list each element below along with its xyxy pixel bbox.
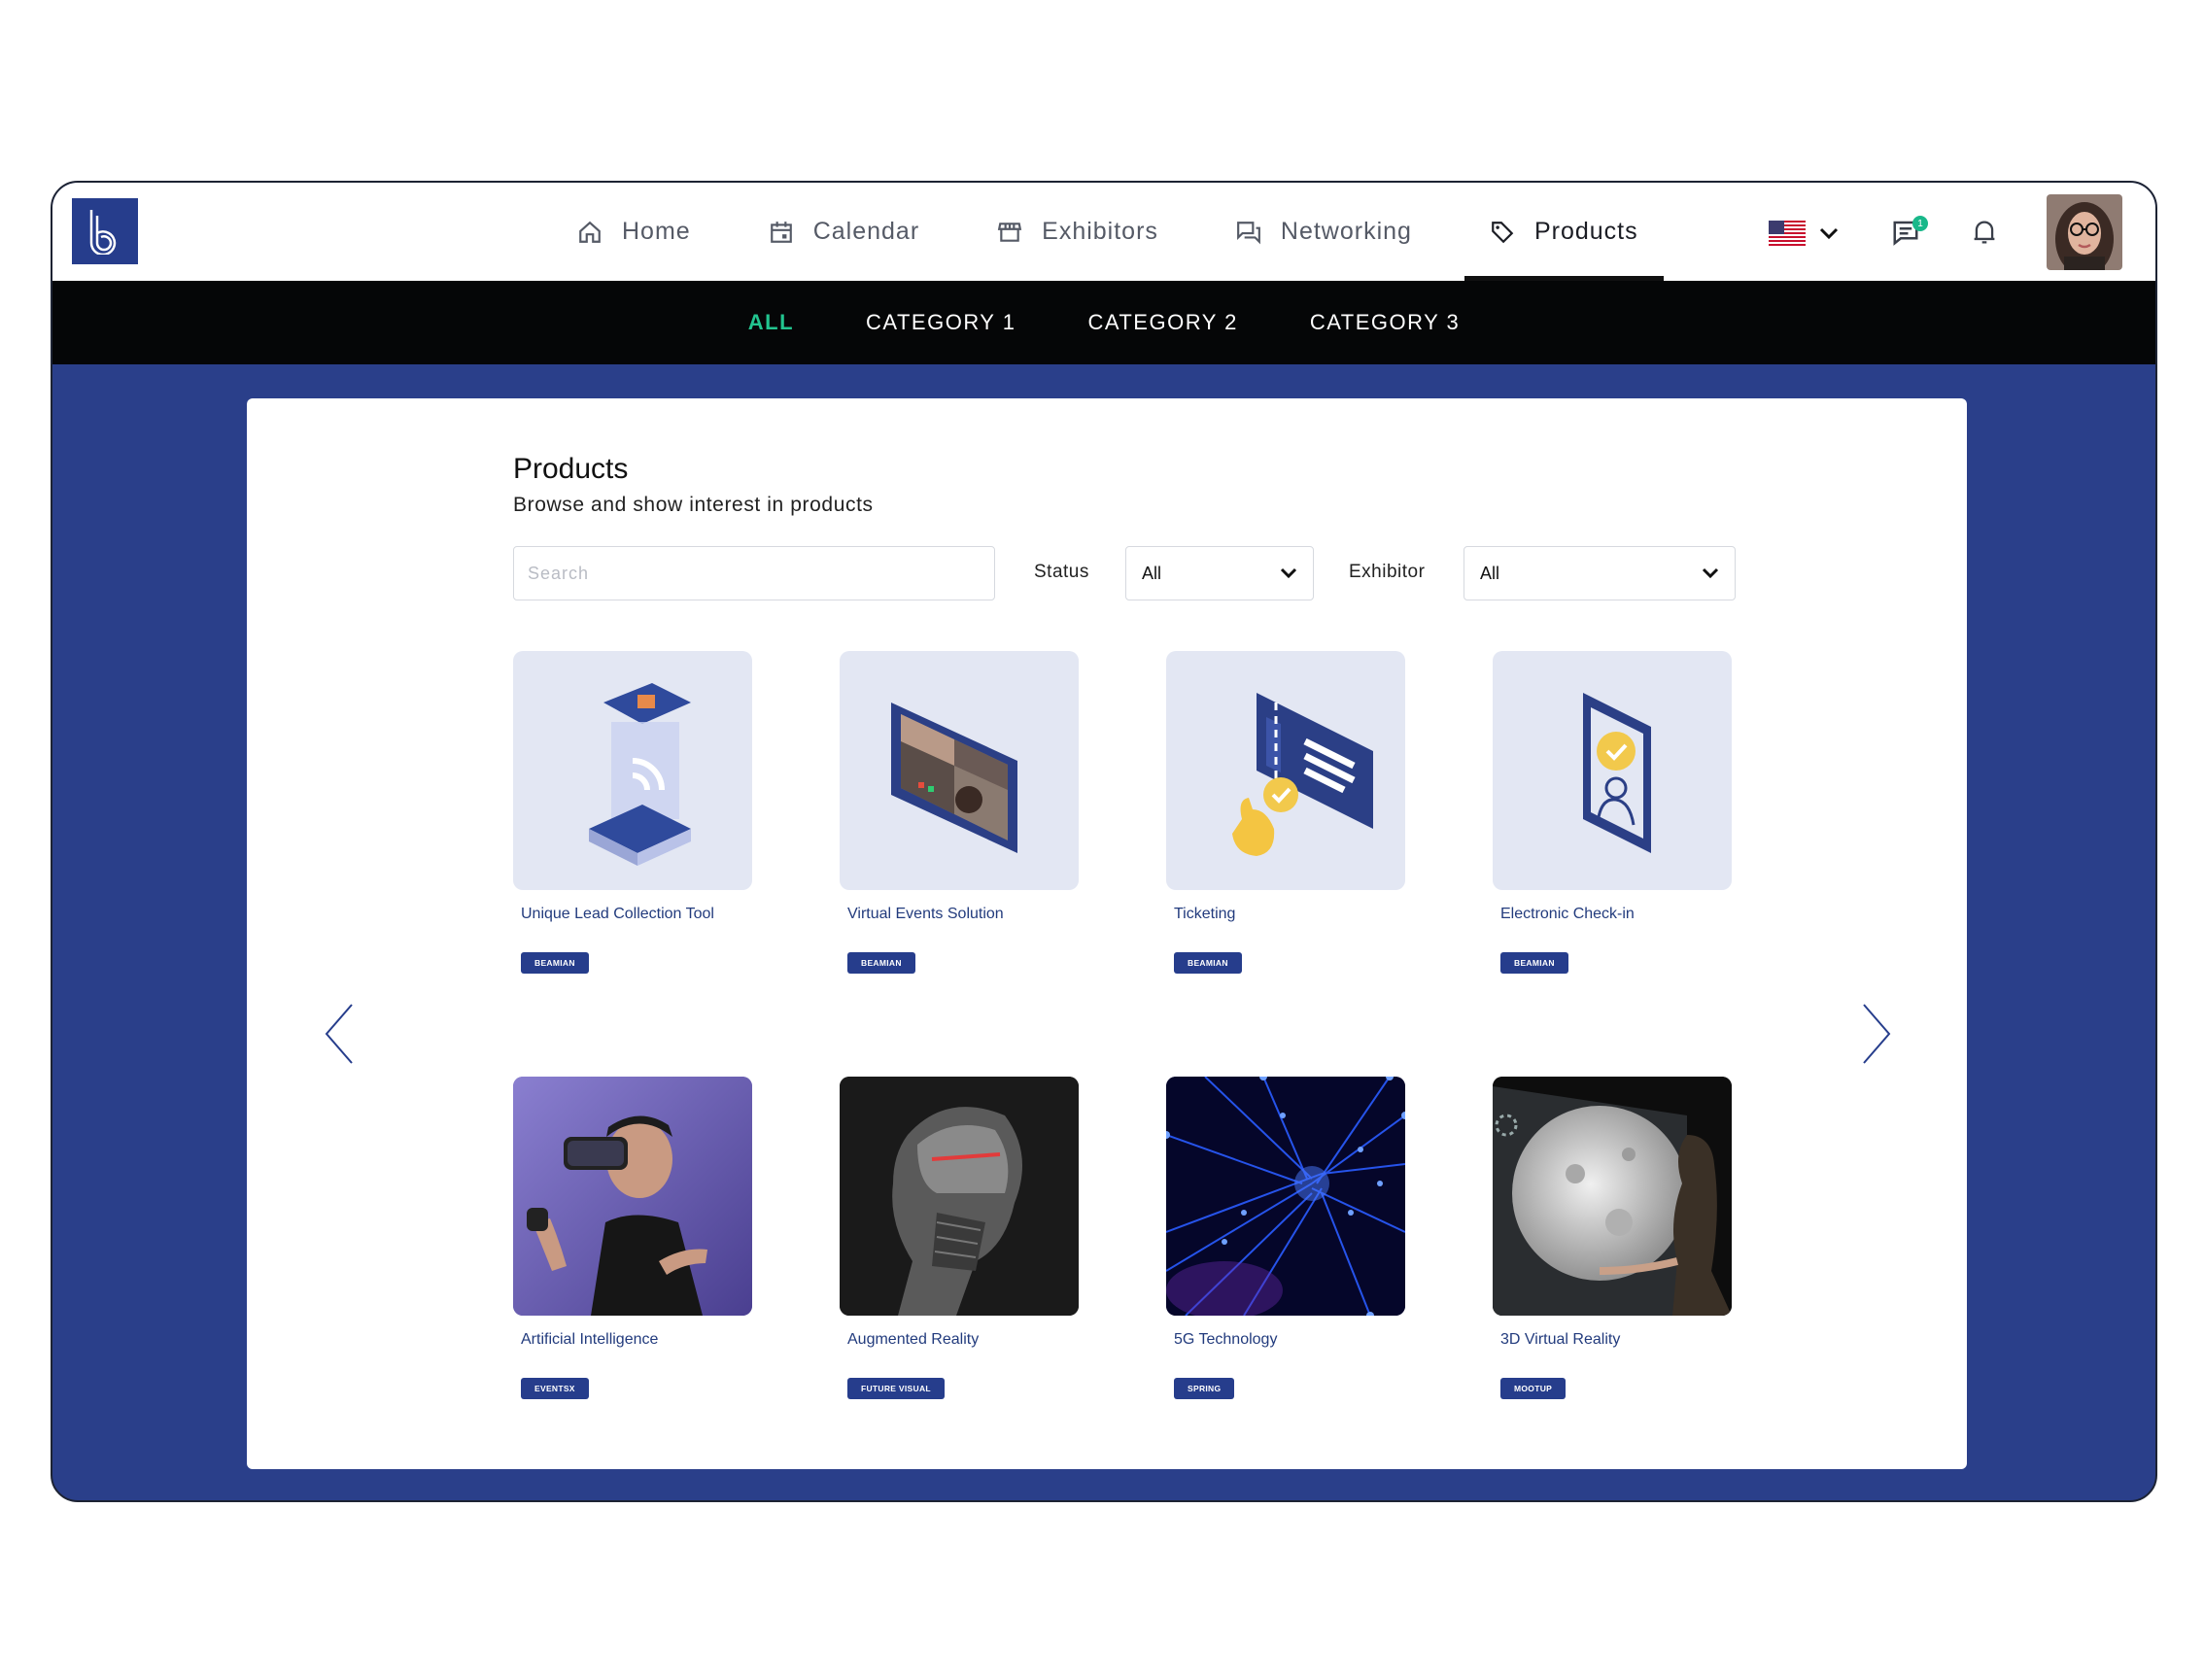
- nav-item-networking[interactable]: Networking: [1236, 183, 1412, 281]
- vr-user-photo: [513, 1077, 752, 1316]
- nav-item-exhibitors[interactable]: Exhibitors: [997, 183, 1158, 281]
- product-name: 3D Virtual Reality: [1500, 1331, 1621, 1348]
- user-portrait-image: [2047, 194, 2122, 270]
- us-flag-icon: [1769, 221, 1806, 246]
- check-in-illustration: [1583, 693, 1651, 853]
- product-card[interactable]: Ticketing BEAMIAN: [1166, 651, 1405, 974]
- exhibitor-tag[interactable]: SPRING: [1174, 1378, 1235, 1399]
- chevron-left-icon: [325, 1004, 353, 1064]
- product-card[interactable]: Unique Lead Collection Tool BEAMIAN: [513, 651, 752, 974]
- products-panel: Products Browse and show interest in pro…: [247, 398, 1967, 1469]
- product-image: [840, 1077, 1079, 1316]
- status-select[interactable]: All: [1125, 546, 1314, 600]
- product-card[interactable]: Virtual Events Solution BEAMIAN: [840, 651, 1079, 974]
- user-avatar[interactable]: [2047, 194, 2122, 270]
- chevron-down-icon: [1280, 567, 1297, 579]
- chevron-down-icon: [1702, 567, 1719, 579]
- page-subtitle: Browse and show interest in products: [513, 494, 874, 516]
- nav-label-exhibitors: Exhibitors: [1042, 218, 1158, 245]
- robot-head-photo: [840, 1077, 1079, 1316]
- product-image: [1493, 651, 1732, 890]
- status-filter-label: Status: [1034, 562, 1089, 582]
- product-image: [1493, 1077, 1732, 1316]
- product-name: Electronic Check-in: [1500, 906, 1635, 922]
- category-tab-2[interactable]: CATEGORY 2: [1087, 310, 1237, 335]
- notifications-button[interactable]: [1971, 218, 1998, 252]
- product-name: Artificial Intelligence: [521, 1331, 659, 1348]
- store-icon: [997, 222, 1022, 242]
- exhibitor-tag[interactable]: FUTURE VISUAL: [847, 1378, 945, 1399]
- nav-label-home: Home: [622, 218, 691, 245]
- product-name: Ticketing: [1174, 906, 1236, 922]
- product-name: Unique Lead Collection Tool: [521, 906, 714, 922]
- logo-icon: [89, 210, 117, 255]
- nav-item-home[interactable]: Home: [577, 183, 691, 281]
- product-card[interactable]: 3D Virtual Reality MOOTUP: [1493, 1077, 1732, 1399]
- nav-label-networking: Networking: [1280, 218, 1412, 245]
- chevron-right-icon: [1863, 1004, 1891, 1064]
- product-image: [513, 651, 752, 890]
- tag-icon: [1492, 221, 1514, 243]
- chevron-down-icon: [1819, 227, 1839, 240]
- moon-display-photo: [1493, 1077, 1732, 1316]
- exhibitor-tag[interactable]: BEAMIAN: [521, 952, 589, 974]
- product-card[interactable]: 5G Technology SPRING: [1166, 1077, 1405, 1399]
- exhibitor-tag[interactable]: MOOTUP: [1500, 1378, 1567, 1399]
- app-window: Home Calendar Exhibitors Networking Prod…: [51, 181, 2157, 1502]
- product-card[interactable]: Artificial Intelligence EVENTSX: [513, 1077, 752, 1399]
- nav-label-products: Products: [1533, 218, 1638, 245]
- category-tab-3[interactable]: CATEGORY 3: [1310, 310, 1460, 335]
- carousel-next-arrow[interactable]: [1860, 1003, 1893, 1070]
- carousel-prev-arrow[interactable]: [323, 1003, 356, 1070]
- exhibitor-tag[interactable]: BEAMIAN: [1174, 952, 1242, 974]
- product-name: Augmented Reality: [847, 1331, 980, 1348]
- product-image: [1166, 651, 1405, 890]
- chat-icon: [1236, 221, 1260, 244]
- category-tab-all[interactable]: ALL: [748, 310, 794, 335]
- search-input[interactable]: [513, 546, 995, 600]
- exhibitor-tag[interactable]: EVENTSX: [521, 1378, 589, 1399]
- brand-logo[interactable]: [72, 198, 138, 264]
- category-bar: ALL CATEGORY 1 CATEGORY 2 CATEGORY 3: [52, 281, 2155, 364]
- notification-badge: 1: [1912, 216, 1928, 231]
- product-name: 5G Technology: [1174, 1331, 1278, 1348]
- status-select-value: All: [1142, 563, 1162, 583]
- product-image: [1166, 1077, 1405, 1316]
- product-name: Virtual Events Solution: [847, 906, 1004, 922]
- exhibitor-select-value: All: [1480, 563, 1500, 583]
- home-icon: [579, 221, 601, 243]
- product-image: [840, 651, 1079, 890]
- exhibitor-tag[interactable]: BEAMIAN: [1500, 952, 1568, 974]
- main-nav: Home Calendar Exhibitors Networking Prod…: [577, 183, 1741, 281]
- product-image: [513, 1077, 752, 1316]
- language-selector[interactable]: [1769, 221, 1839, 246]
- fiber-optic-photo: [1166, 1077, 1405, 1316]
- calendar-icon: [770, 221, 792, 243]
- product-card[interactable]: Augmented Reality FUTURE VISUAL: [840, 1077, 1079, 1399]
- exhibitor-tag[interactable]: BEAMIAN: [847, 952, 915, 974]
- bell-icon: [1974, 221, 1995, 244]
- nav-label-calendar: Calendar: [812, 218, 920, 245]
- virtual-events-illustration: [891, 703, 1017, 853]
- exhibitor-filter-label: Exhibitor: [1349, 562, 1426, 582]
- category-tab-1[interactable]: CATEGORY 1: [866, 310, 1016, 335]
- page-title: Products: [513, 453, 629, 485]
- nav-item-products[interactable]: Products: [1464, 183, 1664, 281]
- product-card[interactable]: Electronic Check-in BEAMIAN: [1493, 651, 1732, 974]
- exhibitor-select[interactable]: All: [1464, 546, 1736, 600]
- lead-tool-illustration: [589, 683, 691, 866]
- nav-item-calendar[interactable]: Calendar: [769, 183, 919, 281]
- top-navigation-bar: Home Calendar Exhibitors Networking Prod…: [52, 183, 2155, 281]
- ticketing-illustration: [1232, 693, 1373, 856]
